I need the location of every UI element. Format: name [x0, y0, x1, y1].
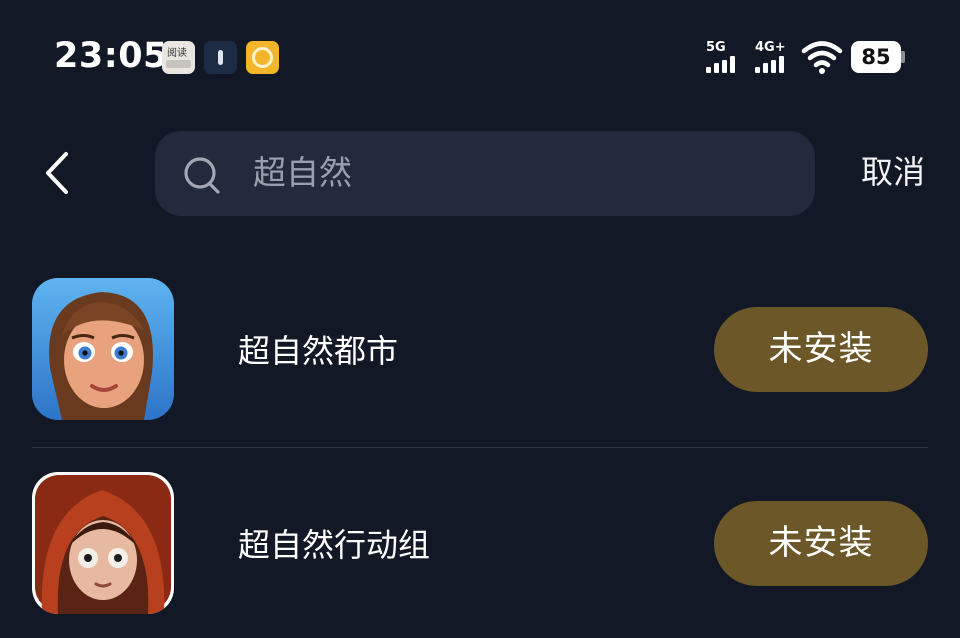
list-divider: [32, 447, 928, 448]
app-name: 超自然都市: [238, 332, 399, 370]
signal-5g-label: 5G: [706, 40, 726, 55]
list-item[interactable]: 超自然都市 未安装: [0, 278, 960, 428]
list-item[interactable]: 超自然行动组 未安装: [0, 472, 960, 622]
battery-level: 85: [861, 45, 891, 69]
read-app-icon-label: 阅读: [167, 48, 187, 59]
search-input[interactable]: 超自然: [253, 151, 352, 195]
battery-icon: 85: [851, 41, 905, 73]
status-clock: 23:05: [54, 36, 168, 76]
app-name: 超自然行动组: [238, 526, 431, 564]
search-results-screen: 23:05 阅读 5G 4G+ 85 超自然 取消 超自然都市 未安装 超自然行…: [0, 0, 960, 638]
status-badge[interactable]: 未安装: [714, 307, 928, 392]
phone-app-icon: [204, 41, 237, 74]
signal-4g-label: 4G+: [755, 40, 786, 55]
search-box[interactable]: 超自然: [155, 131, 815, 216]
cancel-button[interactable]: 取消: [861, 150, 925, 194]
search-icon: [184, 157, 220, 194]
status-bar: 23:05 阅读 5G 4G+ 85: [0, 0, 960, 110]
back-button[interactable]: [36, 148, 80, 198]
app-icon-city: [32, 278, 174, 420]
read-app-icon: 阅读: [162, 41, 195, 74]
wifi-icon: [801, 41, 843, 74]
app-icon-action-team: [32, 472, 174, 614]
status-badge[interactable]: 未安装: [714, 501, 928, 586]
hand-app-icon: [246, 41, 279, 74]
